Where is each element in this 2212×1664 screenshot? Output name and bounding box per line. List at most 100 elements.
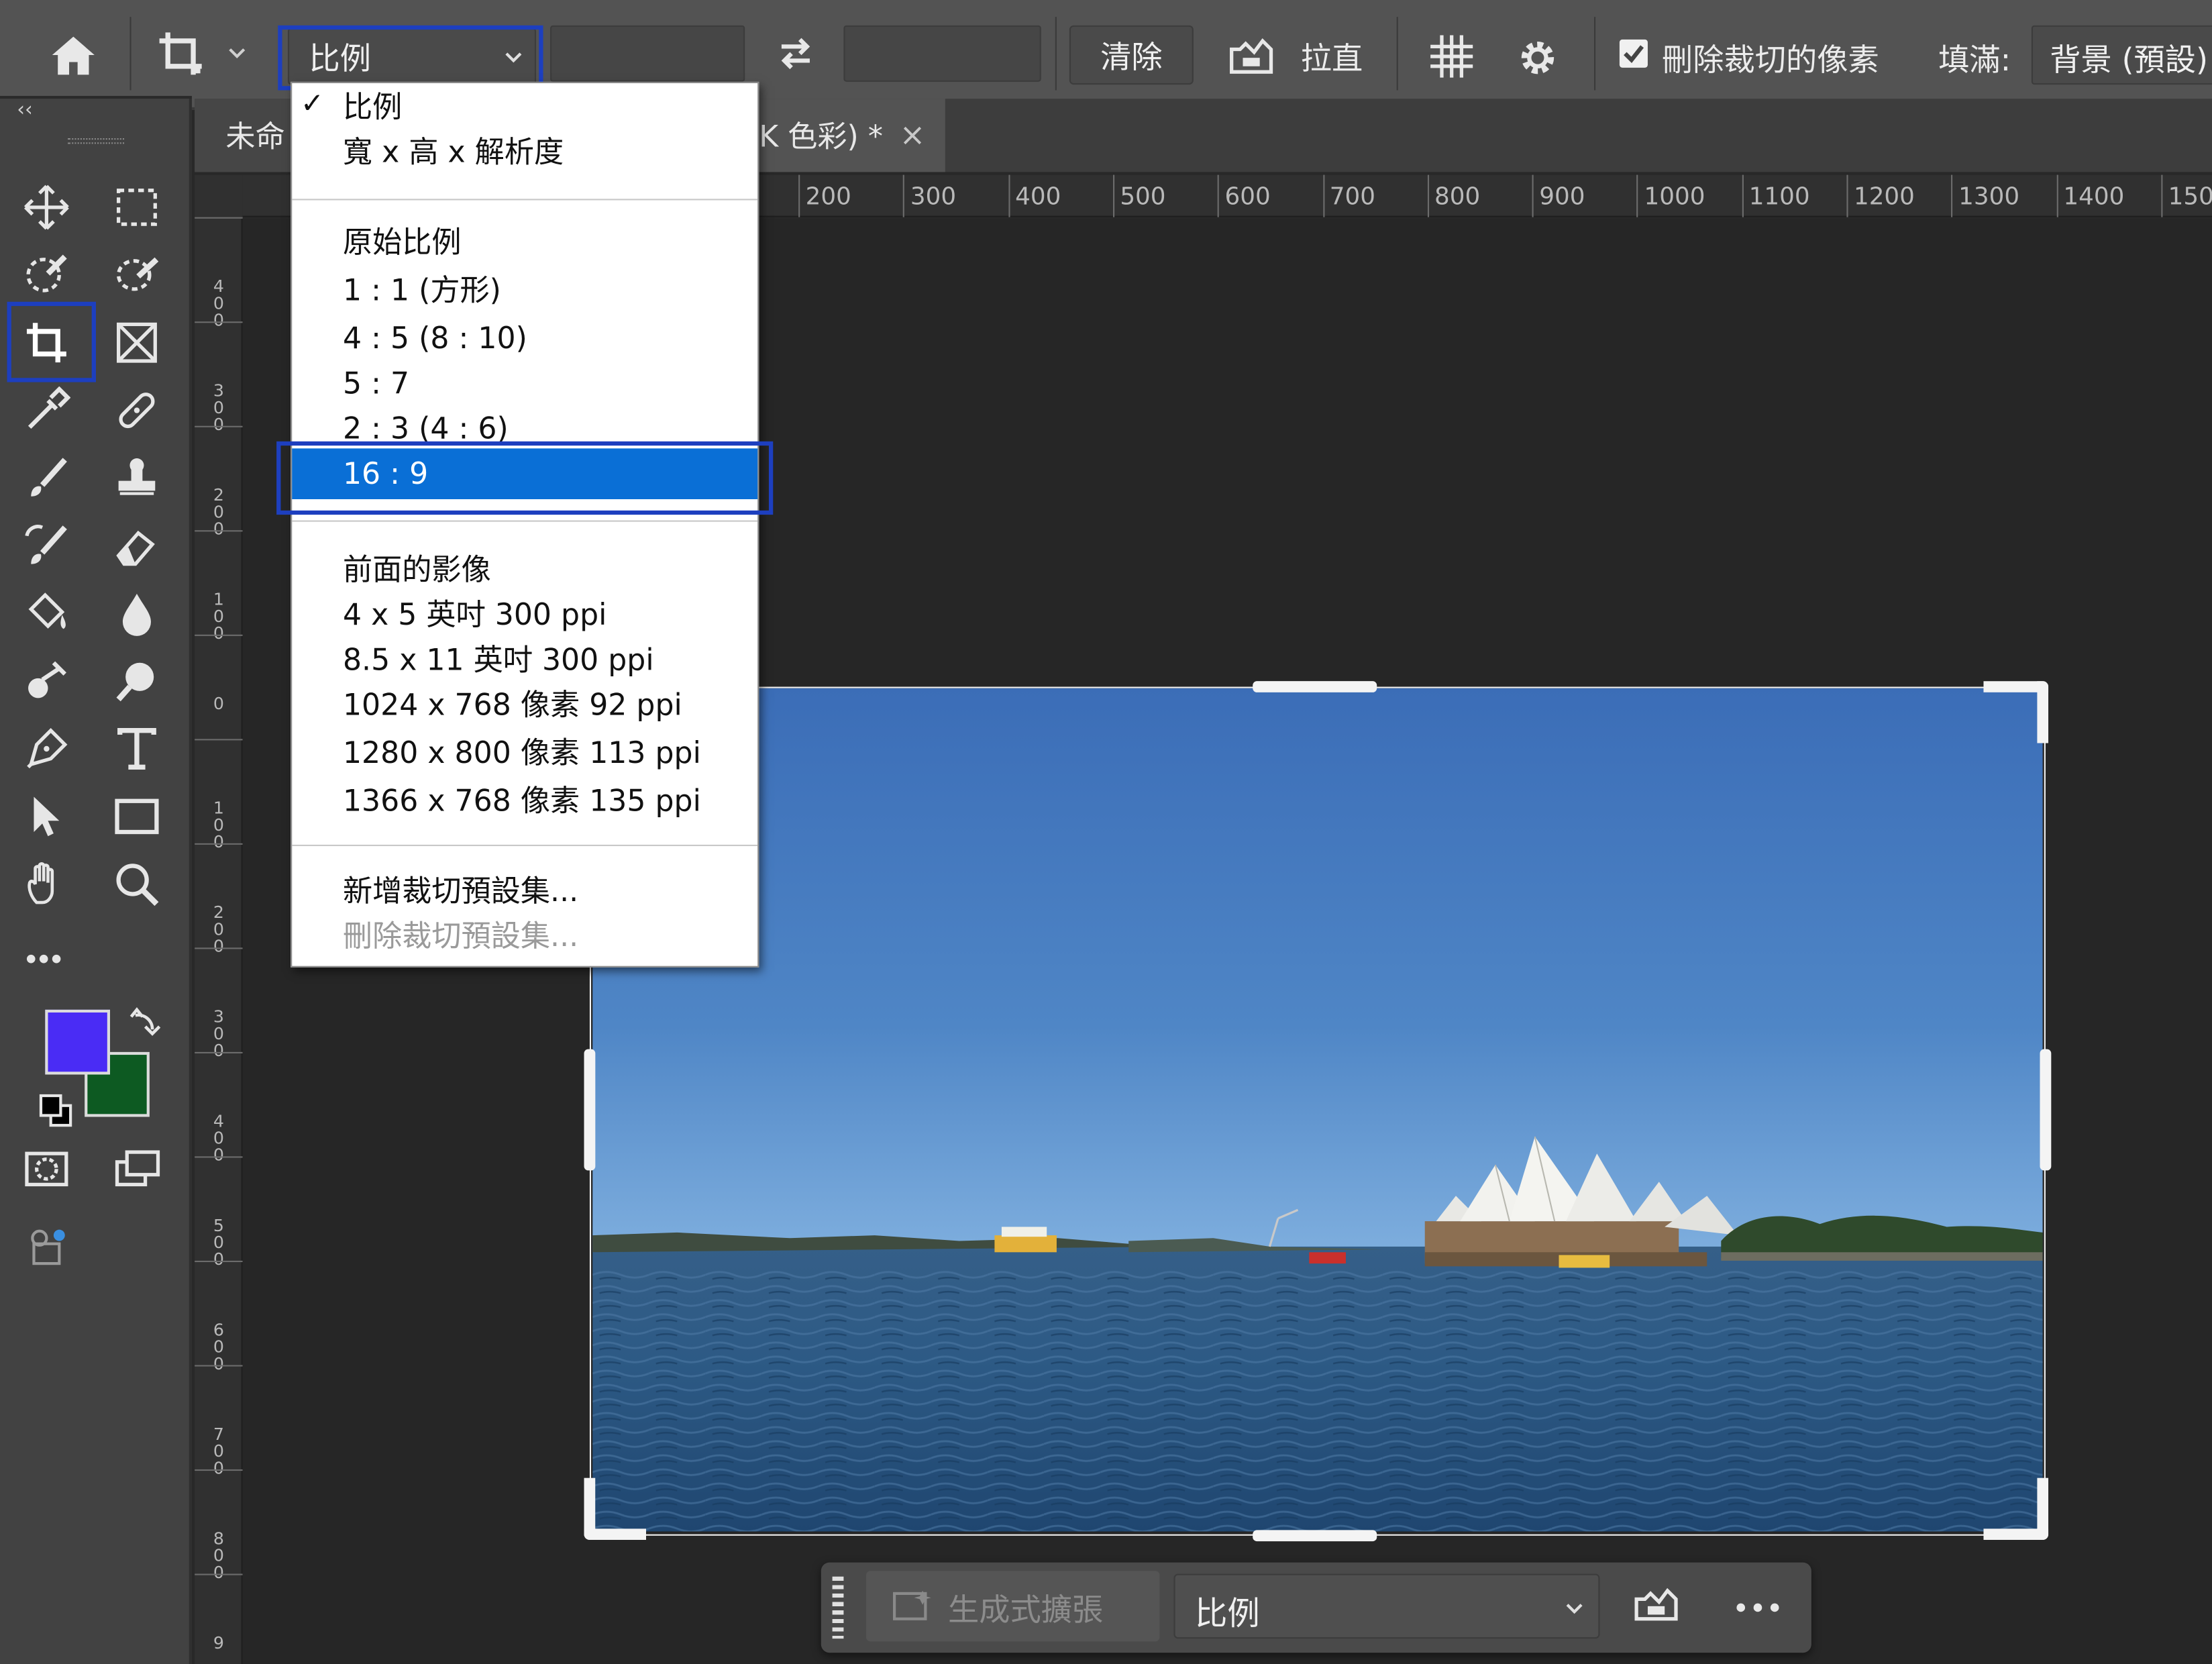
home-icon[interactable] [37,25,110,85]
crop-bounding-box[interactable] [589,686,2046,1536]
eyedropper-icon[interactable] [14,378,79,443]
menu-item-delete-crop-preset: 刪除裁切預設集... [342,919,579,953]
ruler-tick-label: 1500 [2161,174,2212,217]
crop-handle-bottom-left[interactable] [584,1477,647,1541]
screen-mode-icon[interactable] [105,1137,170,1202]
panel-grip[interactable] [67,138,125,144]
ruler-tick-label: 500 [195,1156,243,1267]
fill-select[interactable]: 背景 (預設) [2031,25,2212,85]
crop-handle-left[interactable] [584,1049,596,1171]
zoom-tool-icon[interactable] [105,851,170,917]
height-ratio-field[interactable] [843,25,1041,82]
ruler-tick-label: 700 [1322,174,1375,217]
menu-item-width-height-resolution[interactable]: 寬 x 高 x 解析度 [343,131,564,173]
ruler-tick-label: 600 [1218,174,1271,217]
swap-colors-icon[interactable] [127,1004,164,1041]
toolbar-separator [0,95,192,99]
brush-tool-icon[interactable] [14,446,79,511]
menu-item-4x5-inch[interactable]: 4 x 5 英吋 300 ppi [343,594,607,636]
menu-item-5-7[interactable]: 5 : 7 [343,362,409,405]
ruler-tick-label: 1300 [1951,174,2019,217]
menu-separator [292,844,758,847]
document-tab-label: 未命 [225,119,285,154]
eraser-icon[interactable] [105,513,170,578]
clone-stamp-icon[interactable] [105,446,170,511]
history-brush-icon[interactable] [14,513,79,578]
menu-item-8-5x11-inch[interactable]: 8.5 x 11 英吋 300 ppi [343,639,654,681]
menu-item-1366x768[interactable]: 1366 x 768 像素 135 ppi [343,780,701,822]
quick-mask-icon[interactable] [14,1137,79,1202]
ruler-origin[interactable] [195,174,243,217]
collapse-panel-icon[interactable]: ‹‹ [17,99,33,121]
edit-toolbar-icon[interactable] [14,1216,79,1281]
ruler-tick-label: 300 [195,321,243,433]
ruler-tick-label: 200 [798,174,851,217]
delete-cropped-label[interactable]: 刪除裁切的像素 [1662,36,1879,81]
magnify-tool-icon[interactable] [105,649,170,714]
menu-item-1024x768[interactable]: 1024 x 768 像素 92 ppi [343,684,682,726]
lasso-tool-icon[interactable] [105,242,170,307]
move-tool-icon[interactable] [14,175,79,240]
document-tab-untitled[interactable]: 未命 [195,99,294,172]
menu-item-4-5[interactable]: 4 : 5 (8 : 10) [343,317,527,360]
width-ratio-field[interactable] [550,25,745,82]
ruler-tick-label: 300 [195,947,243,1059]
object-selection-icon[interactable] [14,242,79,307]
menu-item-original-ratio[interactable]: 原始比例 [343,221,462,264]
chevron-down-icon[interactable] [220,34,254,73]
menu-item-1280x800[interactable]: 1280 x 800 像素 113 ppi [343,732,701,774]
ruler-tick-label: 800 [195,1469,243,1581]
crop-handle-top-right[interactable] [1983,681,2049,743]
crop-handle-right[interactable] [2040,1049,2052,1171]
delete-cropped-checkbox[interactable] [1619,39,1648,68]
ruler-tick-label: 300 [903,174,956,217]
crop-tool-highlight [7,301,96,382]
default-colors-icon[interactable] [37,1092,76,1131]
crop-handle-bottom-right[interactable] [1983,1477,2049,1541]
straighten-label[interactable]: 拉直 [1301,34,1363,79]
ruler-tick-label: 100 [195,530,243,641]
ruler-tick-label: 200 [195,425,243,537]
gear-icon[interactable] [1510,31,1566,85]
type-tool-icon[interactable] [105,717,170,782]
crop-handle-bottom[interactable] [1253,1530,1377,1542]
menu-item-ratio[interactable]: 比例 [343,86,402,128]
rectangular-marquee-icon[interactable] [105,175,170,240]
more-tools-icon[interactable] [14,923,79,988]
ratio-select-highlight [278,25,543,91]
rectangle-tool-icon[interactable] [105,784,170,849]
ratio-dropdown-menu: ✓ 比例 寬 x 高 x 解析度 原始比例 1 : 1 (方形) 4 : 5 (… [291,81,759,968]
hand-tool-icon[interactable] [14,851,79,917]
more-options-icon[interactable] [1721,1582,1794,1633]
ruler-tick-label: 100 [195,739,243,850]
menu-item-new-crop-preset[interactable]: 新增裁切預設集... [343,870,578,913]
straighten-level-icon[interactable] [1222,31,1281,79]
checkmark-icon: ✓ [300,86,325,120]
ruler-tick-label: 700 [195,1365,243,1476]
ruler-tick-label: 1400 [2056,174,2124,217]
close-icon[interactable]: × [900,117,926,153]
dodge-tool-icon[interactable] [14,649,79,714]
swap-arrows-icon[interactable] [768,28,824,79]
checkmark-icon [1624,45,1644,64]
contextual-ratio-select[interactable]: 比例 [1173,1573,1600,1639]
healing-brush-icon[interactable] [105,378,170,443]
grid-overlay-icon[interactable] [1422,28,1481,85]
foreground-color-swatch[interactable] [45,1009,111,1075]
frame-tool-icon[interactable] [105,310,170,375]
crop-handle-top[interactable] [1253,681,1377,692]
ruler-tick-label: 800 [1427,174,1480,217]
menu-item-front-image[interactable]: 前面的影像 [343,549,491,591]
blur-tool-icon[interactable] [105,581,170,646]
pen-tool-icon[interactable] [14,717,79,782]
straighten-icon[interactable] [1631,1582,1687,1633]
document-tab-photo[interactable]: K 色彩) * × [745,99,945,172]
path-selection-icon[interactable] [14,784,79,849]
crop-tool-preset-icon[interactable] [147,23,215,85]
menu-item-1-1[interactable]: 1 : 1 (方形) [343,269,501,311]
vertical-ruler[interactable]: 400 300 200 100 0 100 200 300 400 500 600 700 800 9 [195,217,243,1664]
menu-separator [292,199,758,201]
clear-button[interactable]: 清除 [1069,25,1194,85]
task-bar-grip-icon[interactable] [832,1576,844,1639]
paint-bucket-icon[interactable] [14,581,79,646]
